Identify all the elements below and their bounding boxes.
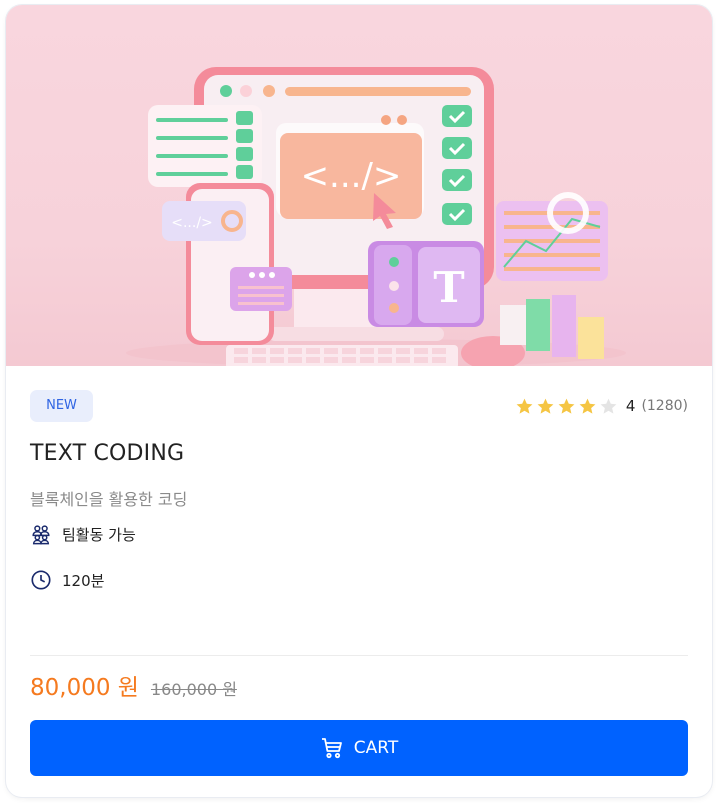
rating: 4 (1280) <box>515 396 688 416</box>
hero-code-tag-text: <.../> <box>301 156 402 196</box>
current-price: 80,000 원 <box>30 675 139 701</box>
rating-count: (1280) <box>641 398 688 414</box>
feature-duration: 120분 <box>30 569 104 591</box>
clock-icon <box>31 570 51 590</box>
feature-label: 팀활동 가능 <box>62 525 136 544</box>
product-card[interactable]: <.../> <.../> T NEW 4 (1280) TEXT CODING… <box>6 5 712 797</box>
product-illustration: <.../> <.../> T <box>6 5 712 370</box>
feature-label: 120분 <box>62 571 105 590</box>
rating-score: 4 <box>625 397 636 415</box>
original-price: 160,000 원 <box>150 680 237 699</box>
star-empty-icon <box>600 398 617 414</box>
star-filled-icon <box>537 398 554 414</box>
star-filled-icon <box>516 398 533 414</box>
hero-small-code-tag-text: <.../> <box>171 215 213 231</box>
star-filled-icon <box>558 398 575 414</box>
price: 80,000 원 160,000 원 <box>30 668 237 702</box>
cart-button[interactable]: CART <box>30 720 688 776</box>
cart-icon <box>321 738 342 759</box>
feature-team-activity: 팀활동 가능 <box>30 523 136 545</box>
cart-button-label: CART <box>353 738 399 758</box>
divider <box>30 655 688 656</box>
product-title: TEXT CODING <box>30 441 185 466</box>
card-body: NEW 4 (1280) TEXT CODING 블록체인을 활용한 코딩 팀활… <box>6 366 712 797</box>
product-subtitle: 블록체인을 활용한 코딩 <box>30 490 188 509</box>
star-filled-icon <box>579 398 596 414</box>
hero-font-tile-letter: T <box>433 263 464 312</box>
team-icon <box>32 525 50 545</box>
new-badge: NEW <box>30 390 93 422</box>
